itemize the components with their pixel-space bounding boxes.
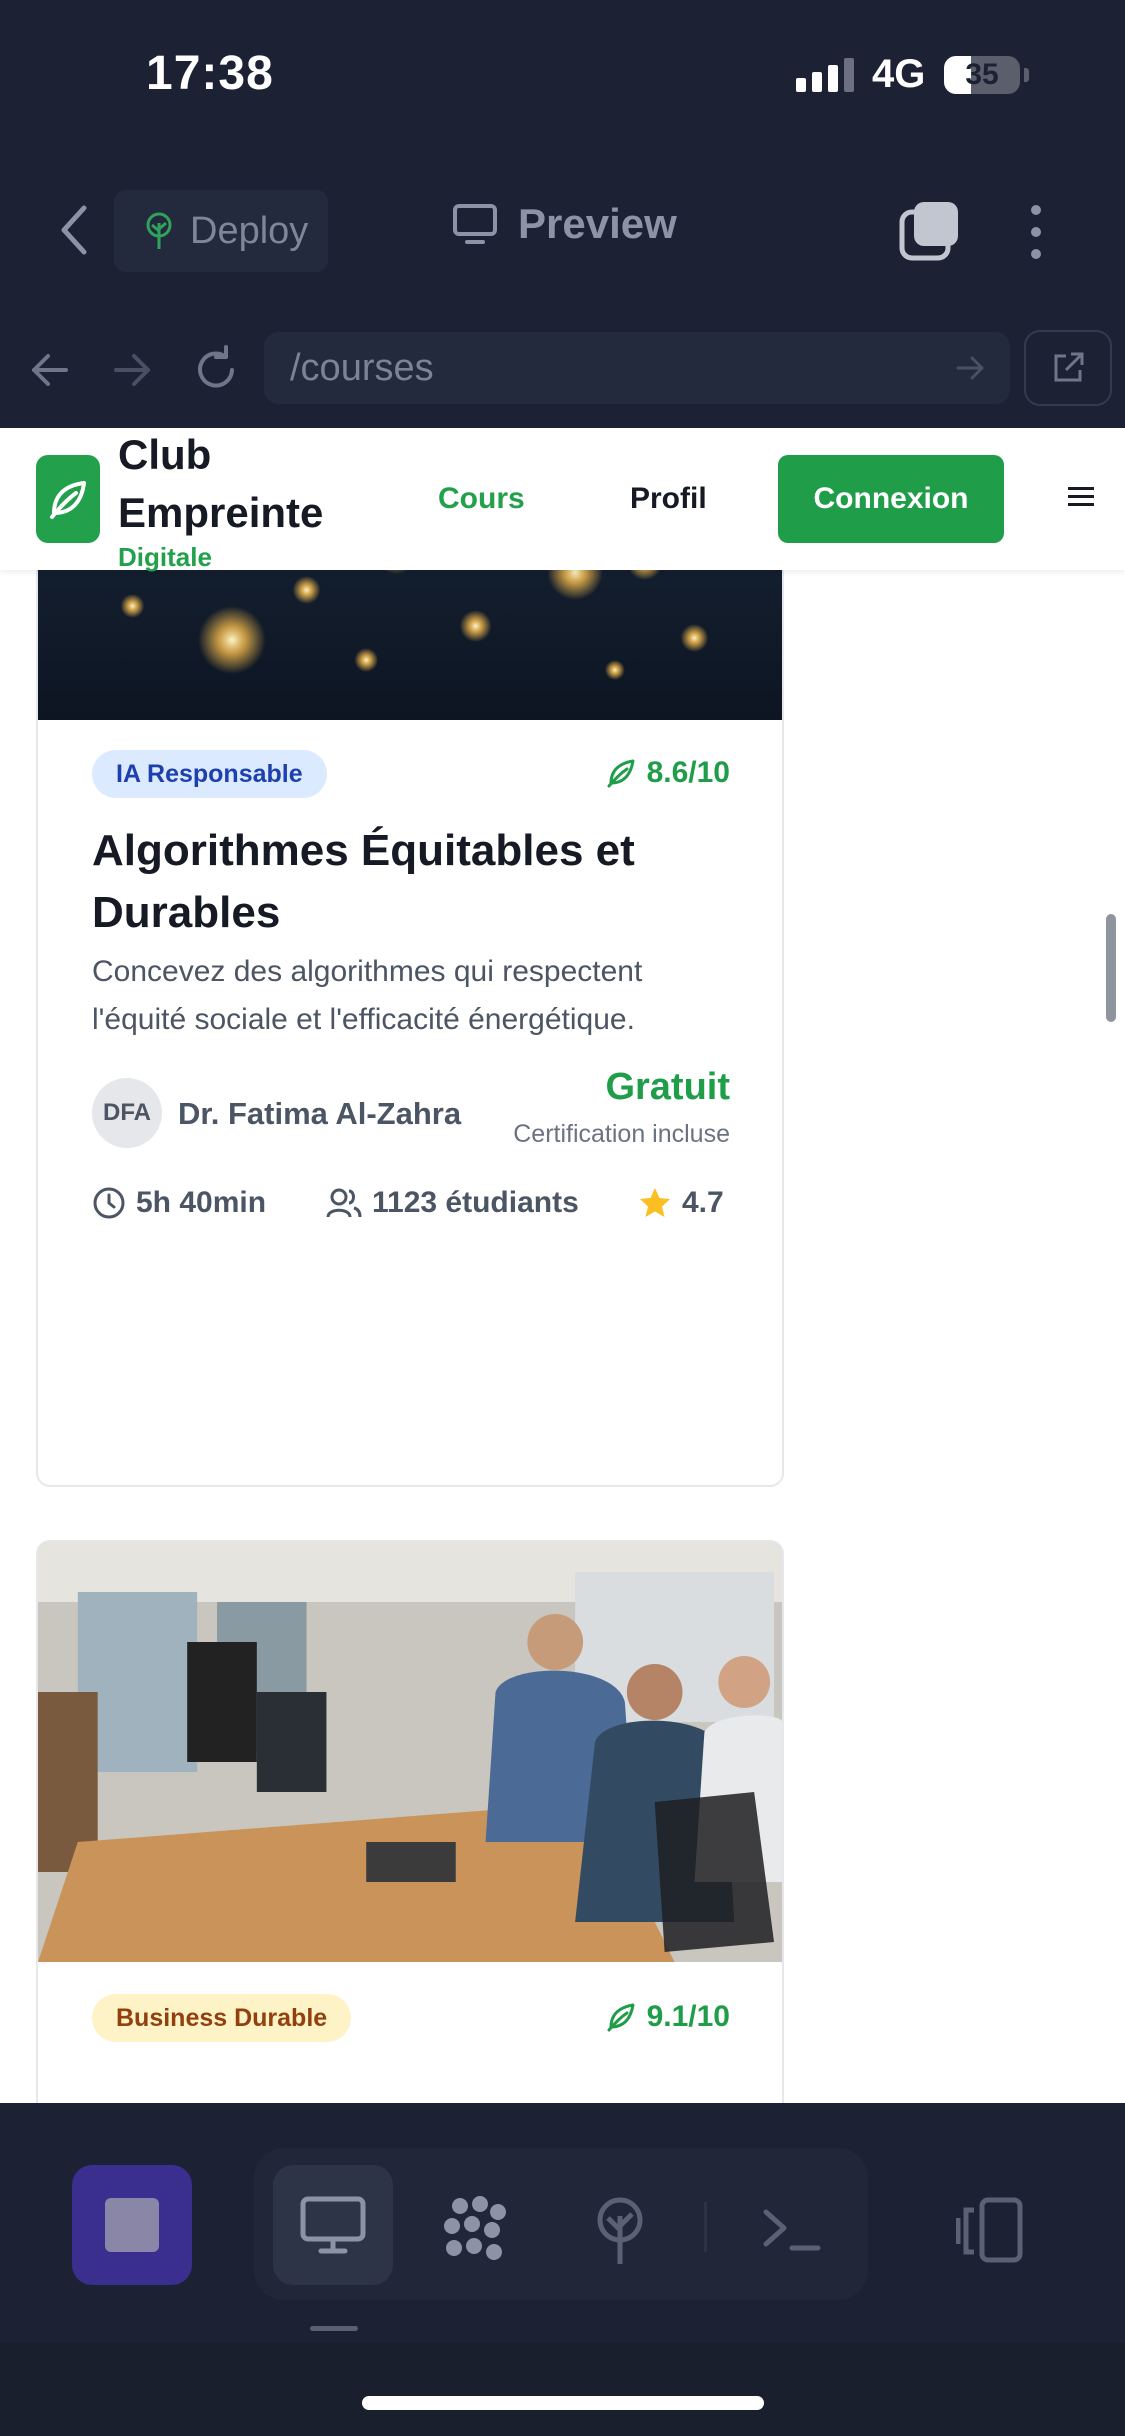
brand-name-line1: Club (118, 431, 212, 478)
terminal-icon[interactable] (756, 2194, 828, 2266)
course-title[interactable]: Algorithmes Équitables et Durables (92, 820, 732, 944)
stop-icon (105, 2198, 159, 2252)
tabs-icon[interactable] (898, 200, 962, 264)
category-badge: IA Responsable (92, 750, 327, 798)
url-input[interactable]: /courses (264, 332, 1010, 404)
certification-note: Certification incluse (513, 1120, 730, 1148)
leaf-icon (50, 481, 86, 519)
status-time: 17:38 (146, 47, 274, 100)
login-button[interactable]: Connexion (778, 455, 1004, 543)
brand-name-line2: Empreinte (118, 489, 324, 536)
external-link-icon (1054, 352, 1084, 382)
author-name: Dr. Fatima Al-Zahra (178, 1096, 462, 1131)
device-toggle-icon[interactable] (956, 2194, 1028, 2266)
more-vertical-icon[interactable] (1024, 200, 1048, 264)
dock-divider (704, 2202, 707, 2252)
site-header: Club Empreinte Digitale Cours Profil Con… (0, 428, 1125, 572)
monitor-icon (300, 2196, 366, 2254)
nav-link-courses[interactable]: Cours (438, 482, 525, 516)
menu-icon[interactable] (1066, 484, 1096, 510)
course-duration: 5h 40min (92, 1186, 266, 1220)
leaf-icon (607, 2003, 635, 2032)
preview-label: Preview (518, 200, 677, 247)
logo[interactable] (36, 455, 100, 543)
battery-tip (1024, 68, 1029, 82)
back-arrow-icon[interactable] (22, 342, 78, 398)
duration-value: 5h 40min (136, 1186, 267, 1219)
course-price: Gratuit (605, 1066, 730, 1108)
students-value: 1123 étudiants (372, 1186, 579, 1219)
battery-icon: 35 (944, 56, 1020, 94)
rating-value: 4.7 (682, 1186, 724, 1219)
network-type: 4G (872, 52, 926, 96)
clock-icon (93, 1187, 125, 1219)
course-students: 1123 étudiants (326, 1186, 579, 1220)
home-indicator-area (0, 2343, 1125, 2436)
eco-score: 9.1/10 (605, 2000, 730, 2034)
nav-link-profile[interactable]: Profil (630, 482, 707, 516)
eco-score-value: 8.6/10 (646, 756, 730, 789)
eco-score-value: 9.1/10 (646, 2000, 730, 2033)
category-badge: Business Durable (92, 1994, 352, 2042)
dock-handle[interactable] (310, 2326, 358, 2331)
web-viewport: Club Empreinte Digitale Cours Profil Con… (0, 428, 1125, 2103)
reload-icon[interactable] (188, 342, 244, 398)
battery-level: 35 (965, 58, 999, 91)
signal-icon (796, 58, 854, 92)
cluster-icon[interactable] (440, 2194, 512, 2266)
star-icon (640, 1188, 670, 1217)
status-bar: 17:38 4G 35 (0, 0, 1125, 152)
tree-icon (146, 212, 172, 249)
brand-name-line3: Digitale (118, 542, 212, 572)
monitor-icon (453, 204, 497, 244)
eco-score: 8.6/10 (605, 756, 730, 790)
open-external-button[interactable] (1024, 330, 1112, 406)
tree-deploy-icon[interactable] (584, 2194, 656, 2266)
preview-tab[interactable]: Preview (452, 200, 677, 248)
users-icon (326, 1188, 362, 1218)
dock-preview-button[interactable] (273, 2165, 393, 2285)
author-avatar: DFA (92, 1078, 162, 1148)
home-indicator[interactable] (362, 2396, 764, 2410)
back-chevron-icon[interactable] (54, 198, 94, 262)
deploy-button[interactable]: Deploy (114, 190, 328, 272)
deploy-label: Deploy (190, 209, 309, 252)
scrollbar-thumb[interactable] (1106, 914, 1116, 1022)
course-card[interactable]: IA Responsable 8.6/10 Algorithmes Équita… (36, 428, 784, 1487)
course-image-team-office (38, 1542, 782, 1962)
course-rating: 4.7 (638, 1186, 724, 1220)
forward-arrow-icon[interactable] (104, 342, 160, 398)
go-arrow-icon[interactable] (952, 350, 988, 386)
stop-button[interactable] (72, 2165, 192, 2285)
course-card[interactable]: Business Durable 9.1/10 (36, 1540, 784, 2103)
leaf-icon (607, 759, 635, 788)
course-description: Concevez des algorithmes qui respectent … (92, 955, 643, 1036)
